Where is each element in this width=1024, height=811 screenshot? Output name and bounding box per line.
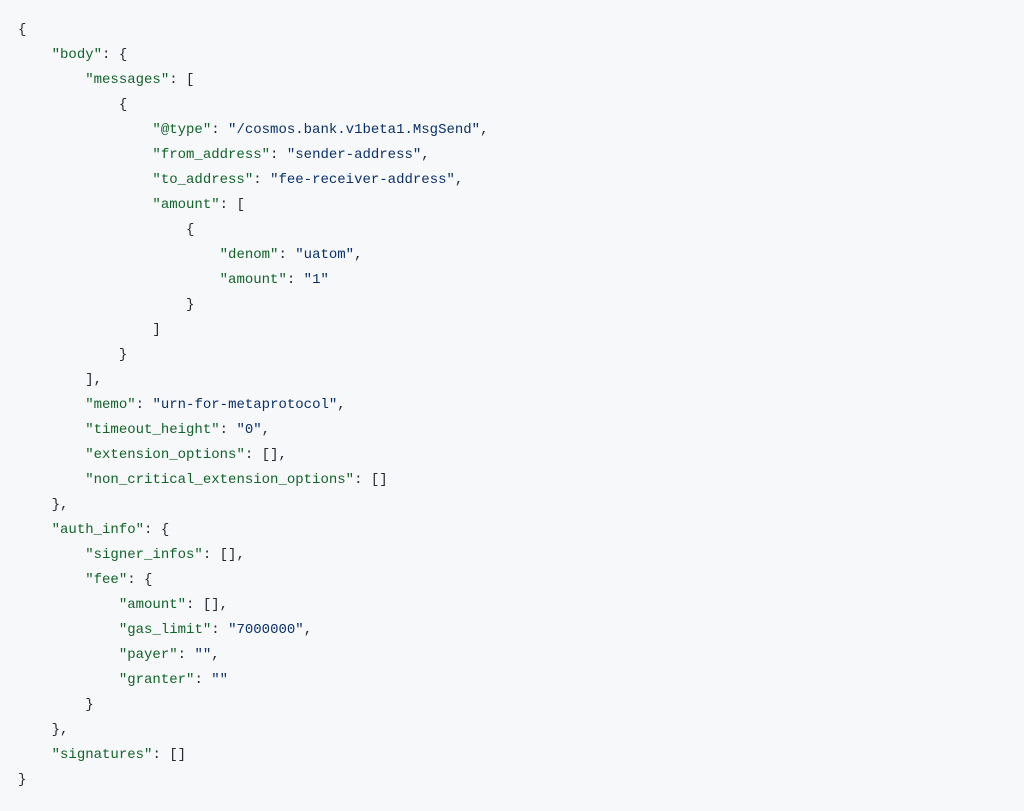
val-type: "/cosmos.bank.v1beta1.MsgSend" [228,122,480,138]
punct: : [], [186,597,228,613]
punct: : [ [220,197,245,213]
punct: : [278,247,295,263]
punct: , [455,172,463,188]
punct: : [211,622,228,638]
punct: { [119,97,127,113]
punct: } [85,697,93,713]
key-granter: "granter" [119,672,195,688]
punct: : { [102,47,127,63]
key-messages: "messages" [85,72,169,88]
val-from-address: "sender-address" [287,147,421,163]
punct: } [186,297,194,313]
key-to-address: "to_address" [152,172,253,188]
json-code-block: { "body": { "messages": [ { "@type": "/c… [18,18,1006,793]
punct: : [253,172,270,188]
punct: : [220,422,237,438]
val-memo: "urn-for-metaprotocol" [152,397,337,413]
key-signer-infos: "signer_infos" [85,547,203,563]
key-fee-amount: "amount" [119,597,186,613]
val-denom: "uatom" [295,247,354,263]
val-timeout-height: "0" [236,422,261,438]
punct: : [194,672,211,688]
key-memo: "memo" [85,397,135,413]
val-to-address: "fee-receiver-address" [270,172,455,188]
val-granter: "" [211,672,228,688]
punct: : [136,397,153,413]
key-amount: "amount" [152,197,219,213]
punct: : [], [245,447,287,463]
punct: , [354,247,362,263]
punct: ] [152,322,160,338]
punct: , [337,397,345,413]
punct: , [421,147,429,163]
val-amount: "1" [304,272,329,288]
key-gas-limit: "gas_limit" [119,622,211,638]
punct: : [211,122,228,138]
punct: { [18,22,26,38]
punct: : [178,647,195,663]
key-signatures: "signatures" [52,747,153,763]
punct: : [287,272,304,288]
key-type: "@type" [152,122,211,138]
key-fee: "fee" [85,572,127,588]
punct: ], [85,372,102,388]
key-denom: "denom" [220,247,279,263]
punct: , [211,647,219,663]
key-extension-options: "extension_options" [85,447,245,463]
punct: : { [127,572,152,588]
punct: : [] [354,472,388,488]
key-non-critical-extension-options: "non_critical_extension_options" [85,472,354,488]
punct: } [18,772,26,788]
key-payer: "payer" [119,647,178,663]
key-timeout-height: "timeout_height" [85,422,219,438]
punct: : [270,147,287,163]
punct: }, [52,722,69,738]
punct: , [262,422,270,438]
key-auth-info: "auth_info" [52,522,144,538]
punct: , [480,122,488,138]
val-gas-limit: "7000000" [228,622,304,638]
punct: }, [52,497,69,513]
key-from-address: "from_address" [152,147,270,163]
punct: : { [144,522,169,538]
punct: } [119,347,127,363]
punct: : [ [169,72,194,88]
key-amount-inner: "amount" [220,272,287,288]
key-body: "body" [52,47,102,63]
punct: , [304,622,312,638]
val-payer: "" [194,647,211,663]
punct: { [186,222,194,238]
punct: : [] [152,747,186,763]
punct: : [], [203,547,245,563]
